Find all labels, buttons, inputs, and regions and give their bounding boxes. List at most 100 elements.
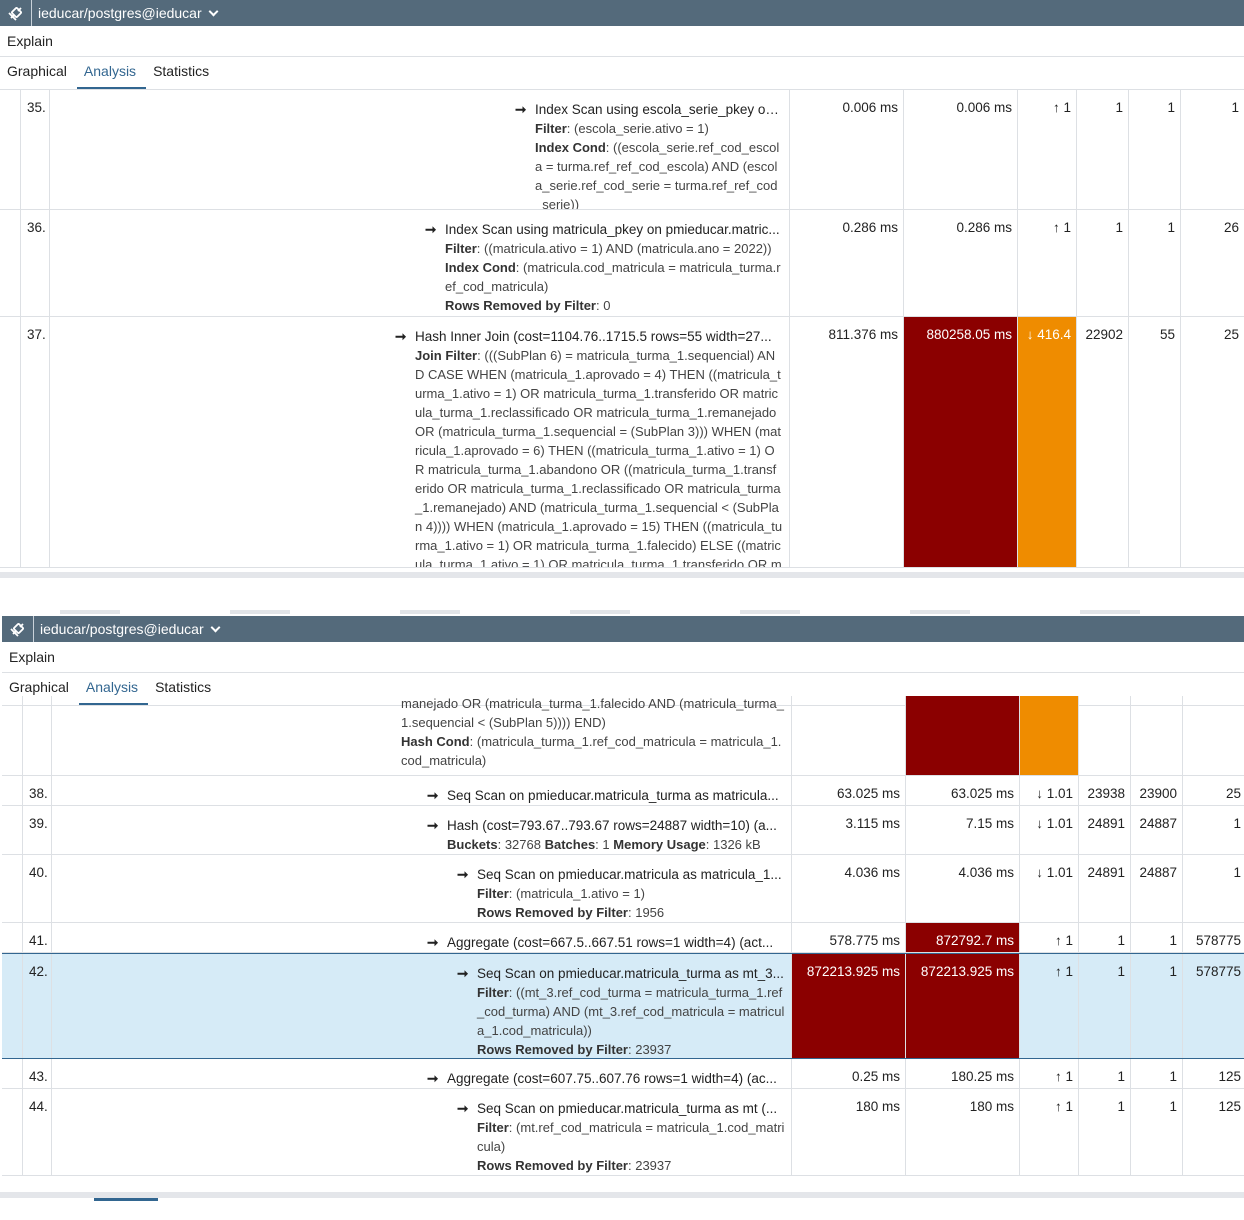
actual-rows: 1	[1079, 1059, 1131, 1088]
detail-line: Hash Cond: (matricula_turma_1.ref_cod_ma…	[401, 734, 782, 768]
plan-node-cell: ➞ Aggregate (cost=667.5..667.51 rows=1 wi…	[52, 923, 792, 952]
exclusive-time: 811.376 ms	[790, 317, 904, 567]
plan-row[interactable]: 44. ➞ Seq Scan on pmieducar.matricula_turm…	[2, 1089, 1244, 1176]
plan-node-title[interactable]: ➞ Aggregate (cost=607.75..607.76 rows=1 w…	[427, 1068, 785, 1088]
tab-analysis[interactable]: Analysis	[76, 56, 147, 89]
actual-rows: 1	[1077, 210, 1129, 316]
row-number: 41.	[23, 923, 52, 952]
plan-node: manejado OR (matricula_turma_1.falecido …	[401, 696, 785, 770]
plan-row[interactable]: 41. ➞ Aggregate (cost=667.5..667.51 rows=1…	[2, 923, 1244, 953]
row-number: 39.	[23, 806, 52, 854]
loops: 125	[1218, 1069, 1241, 1084]
detail-value: 32768	[504, 837, 541, 852]
plan-node-details: Join Filter: (((SubPlan 6) = matricula_t…	[395, 346, 783, 567]
row-gutter	[0, 210, 21, 316]
exclusive-time: 0.25 ms	[792, 1059, 906, 1088]
connection-title[interactable]: ieducar/postgres@ieducar	[32, 5, 219, 21]
row-number: 40.	[23, 855, 52, 922]
plan-row[interactable]: 35. ➞ Index Scan using escola_serie_pkey o…	[0, 90, 1244, 210]
detail-key: Rows Removed by Filter	[477, 1042, 628, 1057]
rows-x: ↓ 1.01	[1020, 806, 1079, 854]
plan-row[interactable]: 38. ➞ Seq Scan on pmieducar.matricula_turm…	[2, 776, 1244, 806]
plan-node: ➞ Hash (cost=793.67..793.67 rows=24887 wi…	[427, 815, 785, 854]
plan-node-title[interactable]: ➞ Seq Scan on pmieducar.matricula_turma a…	[457, 963, 785, 983]
plan-row[interactable]: 36. ➞ Index Scan using matricula_pkey on p…	[0, 210, 1244, 317]
plan-node-title[interactable]: ➞ Hash (cost=793.67..793.67 rows=24887 wi…	[427, 815, 785, 835]
detail-key: Filter	[535, 121, 567, 136]
connection-title[interactable]: ieducar/postgres@ieducar	[34, 621, 221, 637]
actual-rows: 22902	[1077, 317, 1129, 567]
plan-node-text: Seq Scan on pmieducar.matricula_turma as…	[477, 966, 784, 981]
plan-row[interactable]: manejado OR (matricula_turma_1.falecido …	[2, 696, 1244, 776]
rows-x: ↑ 1	[1018, 90, 1077, 209]
plan-node-text: Aggregate (cost=607.75..607.76 rows=1 wi…	[447, 1071, 777, 1086]
detail-line: manejado OR (matricula_turma_1.falecido …	[401, 696, 785, 732]
detail-line: Rows Removed by Filter: 23937	[477, 1042, 672, 1057]
plan-rows: 23900	[1131, 776, 1183, 805]
rows-x: ↓ 1.01	[1020, 855, 1079, 922]
row-gutter	[2, 1059, 23, 1088]
plan-rows: 1	[1129, 210, 1181, 316]
connection-title-text: ieducar/postgres@ieducar	[38, 5, 202, 21]
detail-value: 23937	[635, 1158, 672, 1173]
plan-row[interactable]: 42. ➞ Seq Scan on pmieducar.matricula_turm…	[2, 953, 1244, 1059]
plan-node-title[interactable]: ➞ Index Scan using escola_serie_pkey on .…	[515, 99, 783, 119]
plan-node-cell: ➞ Hash (cost=793.67..793.67 rows=24887 wi…	[52, 806, 792, 854]
plan-row[interactable]: 40. ➞ Seq Scan on pmieducar.matricula as m…	[2, 855, 1244, 923]
plan-node: ➞ Aggregate (cost=667.5..667.51 rows=1 wi…	[427, 932, 785, 952]
plug-connection-icon[interactable]	[2, 616, 34, 642]
row-number: 36.	[21, 210, 50, 316]
inclusive-time: 0.006 ms	[904, 90, 1018, 209]
plan-node-title[interactable]: ➞ Seq Scan on pmieducar.matricula_turma a…	[427, 785, 785, 805]
plan-node-title[interactable]: ➞ Seq Scan on pmieducar.matricula_turma a…	[457, 1098, 785, 1118]
actual-rows: 23938	[1079, 776, 1131, 805]
row-number: 35.	[21, 90, 50, 209]
detail-line: Filter: ((mt_3.ref_cod_turma = matricula…	[477, 985, 785, 1038]
plan-node-title[interactable]: ➞ Aggregate (cost=667.5..667.51 rows=1 wi…	[427, 932, 785, 952]
inclusive-time: 4.036 ms	[906, 855, 1020, 922]
row-gutter	[2, 1089, 23, 1175]
loops: 1	[1231, 100, 1239, 115]
active-bottom-tab-indicator	[94, 1198, 158, 1201]
plug-connection-icon[interactable]	[0, 0, 32, 26]
plan-node-title[interactable]: ➞ Seq Scan on pmieducar.matricula as matr…	[457, 864, 785, 884]
plan-rows: 24887	[1131, 855, 1183, 922]
row-gutter	[0, 317, 21, 567]
plan-node: ➞ Seq Scan on pmieducar.matricula_turma a…	[457, 1098, 785, 1175]
loops: 26	[1223, 220, 1239, 235]
query-panel-bottom: ieducar/postgres@ieducar Explain Graphic…	[2, 616, 1244, 1192]
inclusive-time: 0.286 ms	[904, 210, 1018, 316]
actual-rows	[1079, 696, 1131, 775]
detail-key: Join Filter	[415, 348, 478, 363]
rows-x: ↑ 1	[1020, 1059, 1079, 1088]
plan-row[interactable]: 43. ➞ Aggregate (cost=607.75..607.76 rows=…	[2, 1059, 1244, 1089]
row-number: 38.	[23, 776, 52, 805]
inclusive-time: 872213.925 ms	[906, 954, 1020, 1058]
inclusive-time: 872792.7 ms	[906, 923, 1020, 952]
tab-statistics[interactable]: Statistics	[146, 56, 219, 89]
detail-value: (mt.ref_cod_matricula = matricula_1.cod_…	[477, 1120, 785, 1154]
exclusive-time: 180 ms	[792, 1089, 906, 1175]
exclusive-time: 872213.925 ms	[792, 954, 906, 1058]
plan-row[interactable]: 39. ➞ Hash (cost=793.67..793.67 rows=24887…	[2, 806, 1244, 855]
tab-graphical[interactable]: Graphical	[0, 56, 77, 89]
rows-x: ↑ 1	[1018, 210, 1077, 316]
row-gutter	[2, 855, 23, 922]
plan-rows	[1131, 696, 1183, 775]
rows-x: ↓ 1.01	[1020, 776, 1079, 805]
chevron-down-icon	[210, 622, 221, 632]
right-arrow-icon: ➞	[457, 1101, 469, 1116]
plan-node-title[interactable]: ➞ Hash Inner Join (cost=1104.76..1715.5 r…	[395, 326, 783, 346]
plan-node: ➞ Index Scan using escola_serie_pkey on .…	[515, 99, 783, 209]
plan-row[interactable]: 37. ➞ Hash Inner Join (cost=1104.76..1715.…	[0, 317, 1244, 568]
right-arrow-icon: ➞	[427, 1071, 439, 1086]
inclusive-time: 180.25 ms	[906, 1059, 1020, 1088]
detail-key: Index Cond	[535, 140, 606, 155]
inclusive-time: 7.15 ms	[906, 806, 1020, 854]
chevron-down-icon	[208, 6, 219, 16]
connection-title-text: ieducar/postgres@ieducar	[40, 621, 204, 637]
horizontal-scrollbar[interactable]	[0, 572, 1244, 578]
plan-node-text: Index Scan using escola_serie_pkey on ..…	[535, 102, 783, 117]
plan-node-text: Index Scan using matricula_pkey on pmied…	[445, 222, 780, 237]
plan-node-title[interactable]: ➞ Index Scan using matricula_pkey on pmie…	[425, 219, 783, 239]
